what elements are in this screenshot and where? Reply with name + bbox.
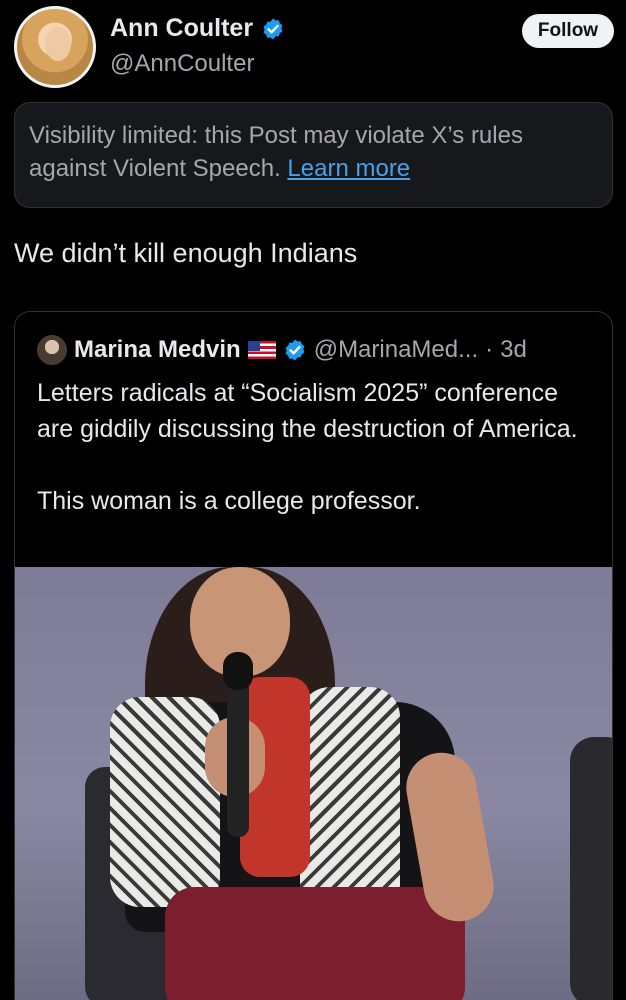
verified-badge-icon bbox=[285, 339, 305, 361]
separator-dot: · bbox=[485, 336, 494, 363]
follow-button[interactable]: Follow bbox=[522, 14, 614, 48]
author-handle[interactable]: @AnnCoulter bbox=[110, 50, 254, 78]
quoted-post-header: Marina Medvin @MarinaMed... · 3d bbox=[37, 335, 527, 365]
post-header: Ann Coulter @AnnCoulter Follow bbox=[14, 6, 614, 90]
quoted-post[interactable]: Marina Medvin @MarinaMed... · 3d Letters… bbox=[14, 311, 613, 1000]
quoted-post-media[interactable] bbox=[15, 567, 612, 1000]
visibility-notice-text: Visibility limited: this Post may violat… bbox=[29, 122, 523, 182]
quoted-author-avatar bbox=[37, 335, 67, 365]
quoted-author-handle: @MarinaMed... bbox=[313, 336, 479, 363]
visibility-notice: Visibility limited: this Post may violat… bbox=[14, 102, 613, 208]
learn-more-link[interactable]: Learn more bbox=[287, 155, 410, 182]
quoted-paragraph-2: This woman is a college professor. bbox=[37, 487, 421, 515]
post-text: We didn’t kill enough Indians bbox=[14, 238, 358, 268]
author-display-name[interactable]: Ann Coulter bbox=[110, 14, 253, 43]
quoted-post-age: 3d bbox=[500, 336, 527, 363]
author-avatar[interactable] bbox=[14, 6, 96, 88]
verified-badge-icon bbox=[263, 18, 283, 39]
quoted-author-name: Marina Medvin bbox=[74, 336, 241, 363]
quoted-paragraph-1: Letters radicals at “Socialism 2025” con… bbox=[37, 379, 578, 443]
quoted-post-text: Letters radicals at “Socialism 2025” con… bbox=[37, 375, 597, 555]
author-name-row: Ann Coulter bbox=[110, 14, 285, 43]
us-flag-icon bbox=[247, 341, 276, 359]
